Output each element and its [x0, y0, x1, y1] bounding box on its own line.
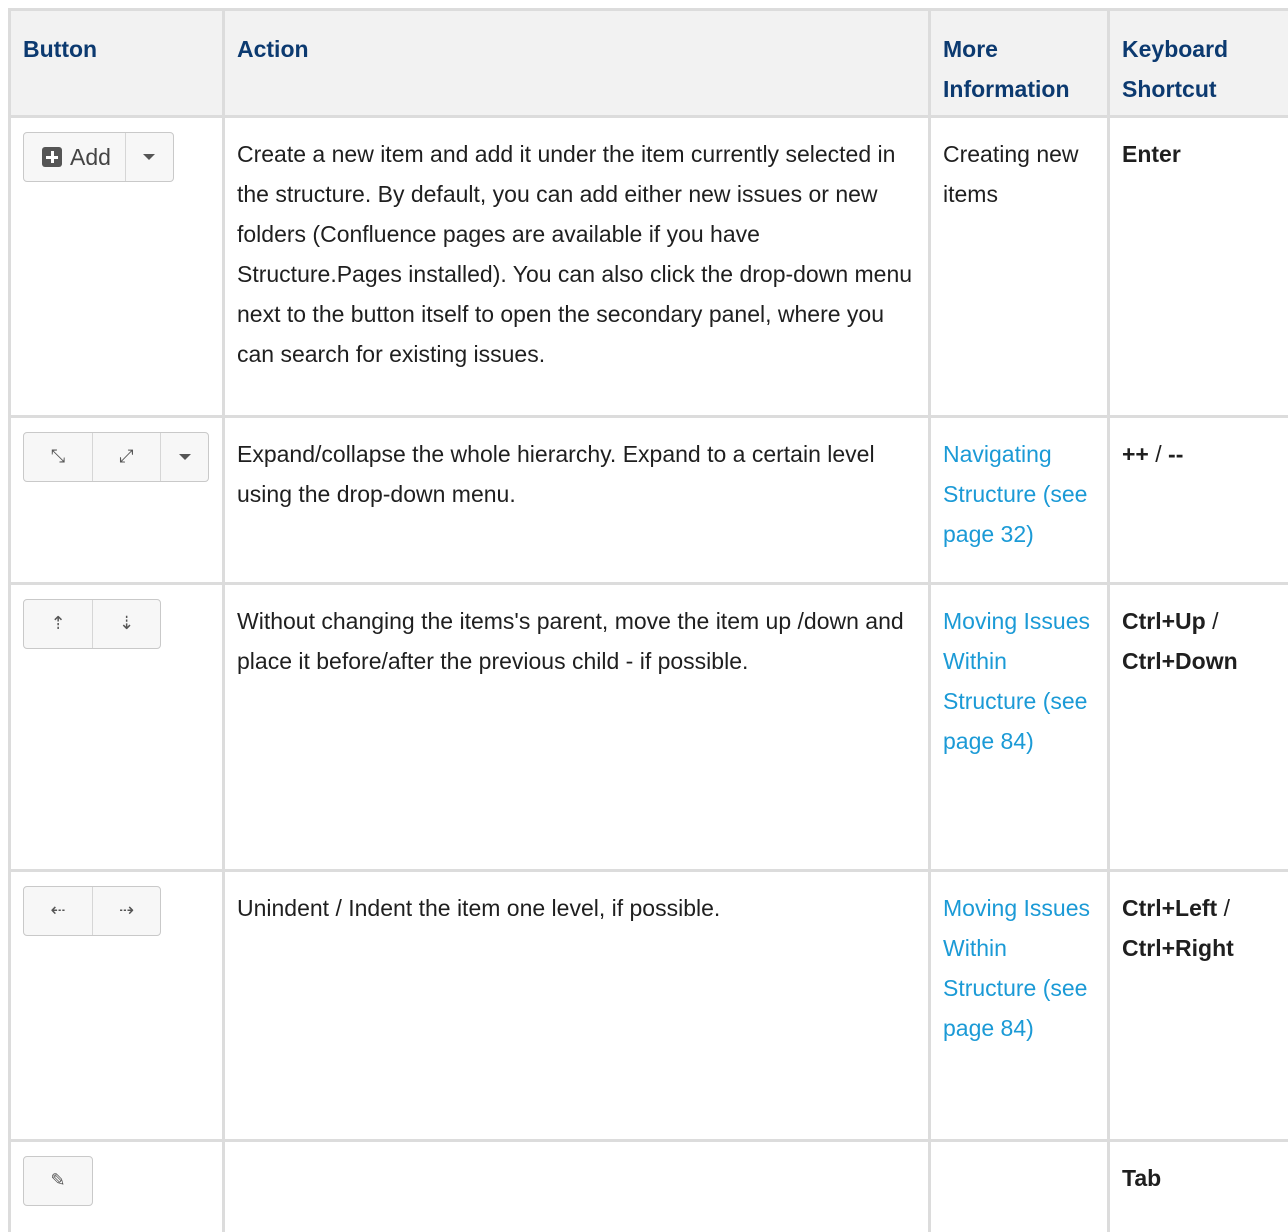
more-info-link[interactable]: Moving Issues Within Structure (see page… — [928, 872, 1107, 1139]
add-button[interactable]: Add — [24, 133, 125, 181]
shortcut-key: ++ — [1122, 441, 1149, 467]
action-text: Unindent / Indent the item one level, if… — [222, 872, 928, 1139]
table-row: ⇡ ⇣ Without changing the items's parent,… — [8, 585, 1288, 872]
action-text: Expand/collapse the whole hierarchy. Exp… — [222, 418, 928, 582]
move-button-group[interactable]: ⇡ ⇣ — [23, 599, 161, 649]
shortcut-text: Enter — [1107, 118, 1288, 415]
expand-collapse-button-group[interactable]: ⤡ ⤢ — [23, 432, 209, 482]
move-down-button[interactable]: ⇣ — [92, 600, 160, 648]
chevron-down-icon — [178, 454, 191, 460]
shortcut-key: Ctrl+Left — [1122, 895, 1218, 921]
shortcut-text: Tab — [1107, 1142, 1288, 1232]
edit-button[interactable]: ✎ — [24, 1157, 92, 1205]
add-button-group[interactable]: Add — [23, 132, 174, 182]
shortcut-key: Ctrl+Down — [1122, 648, 1238, 674]
shortcut-text: ++ / -- — [1107, 418, 1288, 582]
collapse-icon: ⤢ — [119, 446, 134, 467]
button-cell: Add — [8, 118, 222, 415]
more-info-text: Creating new items — [928, 118, 1107, 415]
shortcut-key: Ctrl+Right — [1122, 935, 1234, 961]
button-cell: ⇠ ⇢ — [8, 872, 222, 1139]
collapse-all-button[interactable]: ⤢ — [92, 433, 160, 481]
move-down-icon: ⇣ — [118, 613, 135, 634]
table-header: Button Action More Information Keyboard … — [8, 8, 1288, 118]
indent-icon: ⇢ — [118, 900, 135, 921]
table-row: Add Create a new item and add it under t… — [8, 118, 1288, 418]
action-text: Create a new item and add it under the i… — [222, 118, 928, 415]
shortcut-text: Ctrl+Up / Ctrl+Down — [1107, 585, 1288, 869]
indent-button-group[interactable]: ⇠ ⇢ — [23, 886, 161, 936]
more-info-link[interactable]: Moving Issues Within Structure (see page… — [928, 585, 1107, 869]
table-row: ⇠ ⇢ Unindent / Indent the item one level… — [8, 872, 1288, 1142]
shortcut-key: Enter — [1122, 141, 1181, 167]
table-row: ⤡ ⤢ Expand/collapse the whole hierarchy.… — [8, 418, 1288, 585]
more-info-text — [928, 1142, 1107, 1232]
edit-button-group[interactable]: ✎ — [23, 1156, 93, 1206]
header-shortcut: Keyboard Shortcut — [1107, 11, 1288, 115]
button-cell: ⤡ ⤢ — [8, 418, 222, 582]
header-button: Button — [8, 11, 222, 115]
shortcut-separator: / — [1148, 441, 1169, 467]
expand-icon: ⤡ — [50, 446, 66, 467]
pencil-icon: ✎ — [50, 1170, 66, 1191]
action-text: Without changing the items's parent, mov… — [222, 585, 928, 869]
button-cell: ⇡ ⇣ — [8, 585, 222, 869]
more-info-link[interactable]: Navigating Structure (see page 32) — [928, 418, 1107, 582]
move-up-button[interactable]: ⇡ — [24, 600, 92, 648]
shortcut-key: -- — [1168, 441, 1184, 467]
button-cell: ✎ — [8, 1142, 222, 1232]
shortcuts-table: Button Action More Information Keyboard … — [8, 8, 1288, 1232]
table-row: ✎ Tab — [8, 1142, 1288, 1232]
move-up-icon: ⇡ — [50, 613, 66, 634]
shortcut-separator: / — [1205, 608, 1219, 634]
plus-square-icon — [42, 147, 62, 167]
header-more-info: More Information — [928, 11, 1107, 115]
unindent-button[interactable]: ⇠ — [24, 887, 92, 935]
indent-button[interactable]: ⇢ — [92, 887, 160, 935]
shortcut-key: Tab — [1122, 1165, 1162, 1191]
add-dropdown-button[interactable] — [124, 133, 173, 181]
action-text — [222, 1142, 928, 1232]
shortcut-separator: / — [1217, 895, 1230, 921]
chevron-down-icon — [143, 154, 156, 160]
add-button-label: Add — [70, 144, 111, 170]
header-action: Action — [222, 11, 928, 115]
expand-level-dropdown-button[interactable] — [160, 433, 208, 481]
expand-all-button[interactable]: ⤡ — [24, 433, 92, 481]
unindent-icon: ⇠ — [50, 900, 66, 921]
shortcut-text: Ctrl+Left / Ctrl+Right — [1107, 872, 1288, 1139]
shortcut-key: Ctrl+Up — [1122, 608, 1206, 634]
